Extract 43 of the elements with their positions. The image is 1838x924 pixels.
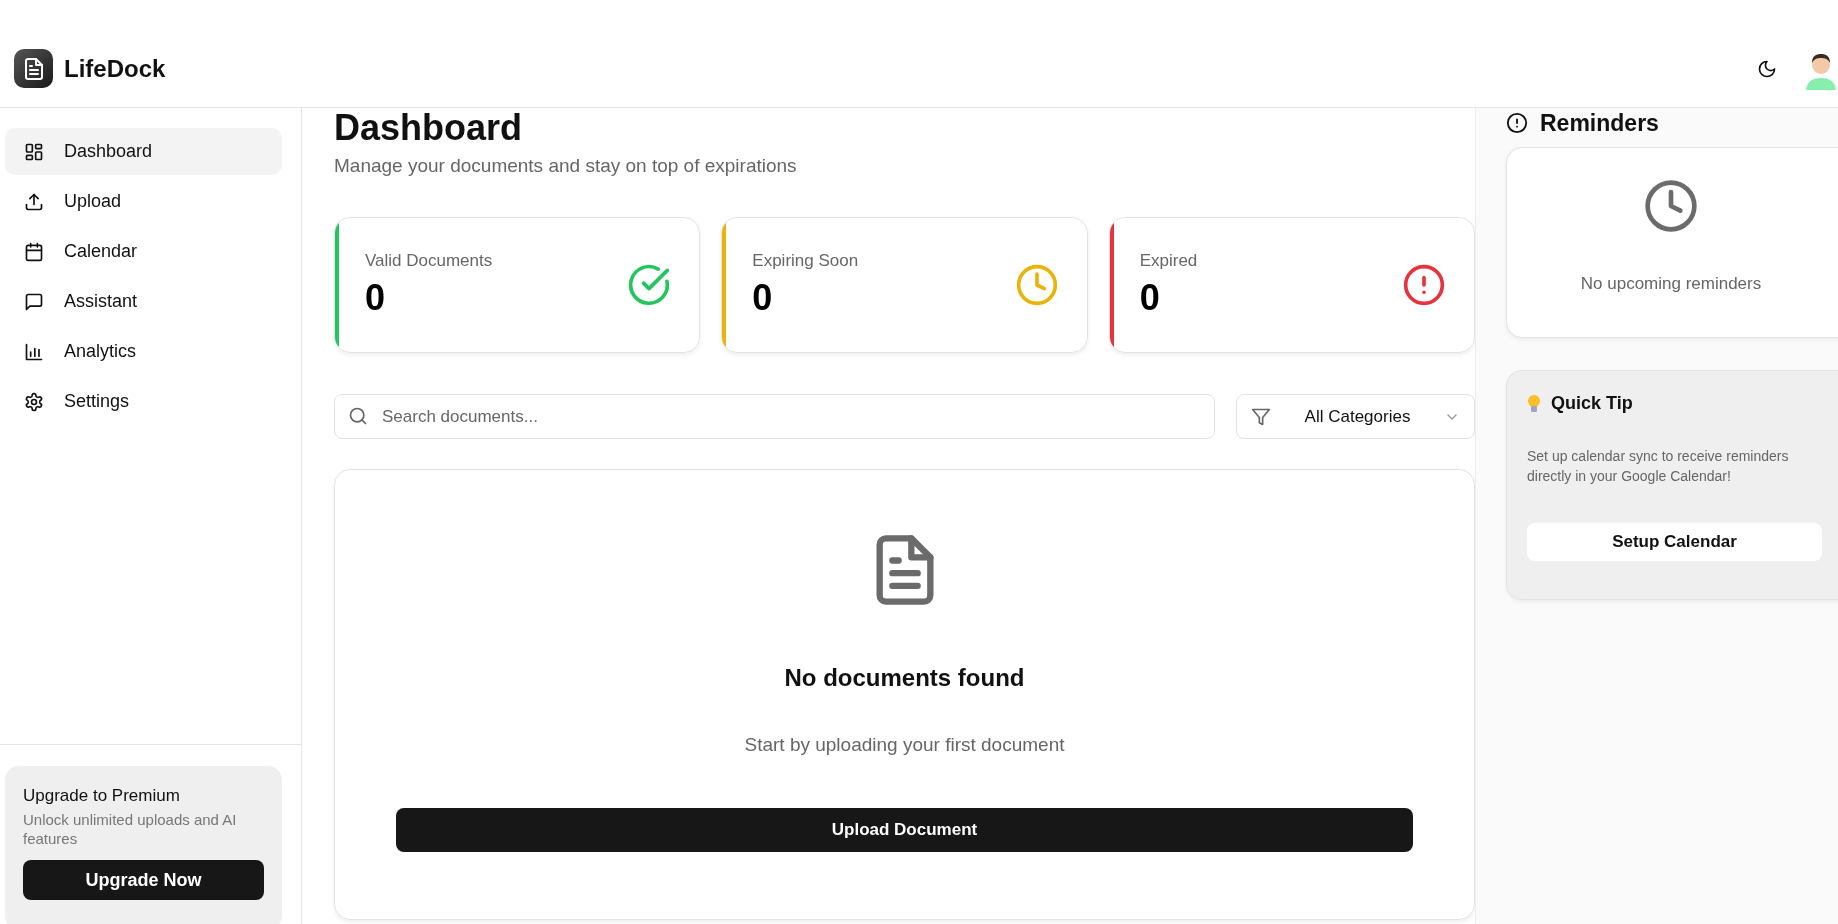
alert-circle-icon xyxy=(1402,263,1446,307)
clock-icon xyxy=(1643,178,1699,234)
stat-label: Expired xyxy=(1139,251,1199,271)
moon-icon[interactable] xyxy=(1757,58,1777,79)
nav-item[interactable]: Calendar xyxy=(5,228,282,275)
alert-circle-icon xyxy=(1506,112,1528,134)
empty-text: Start by uploading your first document xyxy=(744,734,1065,756)
check-circle-icon xyxy=(627,263,672,307)
nav-item[interactable]: Settings xyxy=(5,378,282,425)
upload-icon xyxy=(24,191,44,212)
upload-document-button[interactable]: Upload Document xyxy=(396,808,1413,852)
stat-value: 0 xyxy=(752,277,774,319)
category-dropdown[interactable]: All Categories xyxy=(1236,394,1475,439)
clock-icon xyxy=(1014,263,1059,307)
premium-title: Upgrade to Premium xyxy=(23,786,181,806)
page-title: Dashboard xyxy=(334,108,524,148)
lightbulb-icon xyxy=(1527,393,1541,414)
premium-text: Unlock unlimited uploads and AI features xyxy=(23,810,238,848)
stat-value: 0 xyxy=(365,277,387,319)
bar-chart-icon xyxy=(24,341,44,362)
filter-icon xyxy=(1251,406,1271,427)
empty-title: No documents found xyxy=(784,664,1025,692)
nav-item[interactable]: Assistant xyxy=(5,278,282,325)
grid-icon xyxy=(24,141,44,162)
search-field[interactable]: Search documents... xyxy=(334,394,1215,439)
nav-item[interactable]: Upload xyxy=(5,178,282,225)
stat-label: Expiring Soon xyxy=(752,251,860,271)
stat-label: Valid Documents xyxy=(365,251,494,271)
page-subtitle: Manage your documents and stay on top of expirations xyxy=(334,154,798,178)
chat-icon xyxy=(24,291,44,312)
quick-tip-text: Set up calendar sync to receive reminders directly in your Google Calendar! xyxy=(1527,447,1790,486)
setup-calendar-button[interactable]: Setup Calendar xyxy=(1527,523,1822,561)
nav-item[interactable]: Analytics xyxy=(5,328,282,375)
quick-tip-title: Quick Tip xyxy=(1551,393,1633,414)
stat-value: 0 xyxy=(1139,277,1161,319)
settings-icon xyxy=(24,391,44,412)
nav-item[interactable]: Dashboard xyxy=(5,128,282,175)
reminders-title: Reminders xyxy=(1540,109,1659,137)
upgrade-button[interactable]: Upgrade Now xyxy=(23,860,264,900)
no-reminders-text: No upcoming reminders xyxy=(1580,274,1762,294)
calendar-icon xyxy=(24,241,44,262)
app-name: LifeDock xyxy=(64,54,166,83)
logo-icon[interactable] xyxy=(14,49,53,88)
